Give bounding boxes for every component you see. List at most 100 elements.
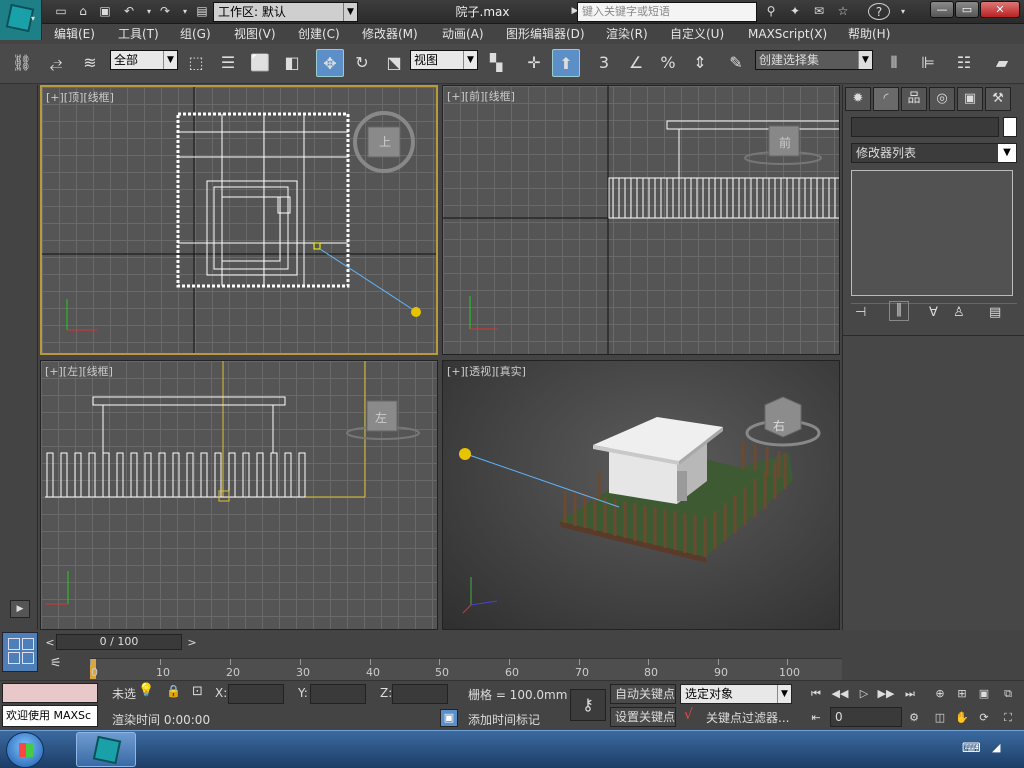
pivot-point-center-icon[interactable]: ▚ [482, 49, 510, 77]
redo-icon[interactable]: ↷ [156, 3, 174, 20]
reference-coord-select[interactable]: 视图 ▼ [410, 50, 478, 70]
select-by-name-icon[interactable]: ☰ [214, 49, 242, 77]
select-object-icon[interactable]: ⬚ [182, 49, 210, 77]
pan-view-icon[interactable]: ✋ [952, 709, 972, 727]
binoculars-icon[interactable]: ⚲ [762, 3, 780, 20]
edit-named-selection-icon[interactable]: ✎ [722, 49, 750, 77]
current-frame-field[interactable]: 0 [830, 707, 902, 727]
modifier-stack-list[interactable] [851, 170, 1013, 296]
menu-modifiers[interactable]: 修改器(M) [362, 24, 418, 44]
keyboard-icon[interactable]: ⌨ [962, 741, 981, 756]
utilities-tab-icon[interactable]: ⚒ [985, 87, 1011, 111]
viewcube-front-face[interactable]: 前 [779, 134, 791, 151]
object-name-field[interactable] [851, 117, 999, 137]
start-button[interactable] [6, 732, 44, 768]
redo-dropdown-icon[interactable]: ▾ [176, 3, 194, 20]
key-mode-select[interactable]: 选定对象 ▼ [680, 684, 792, 704]
motion-tab-icon[interactable]: ◎ [929, 87, 955, 111]
display-tab-icon[interactable]: ▣ [957, 87, 983, 111]
menu-customize[interactable]: 自定义(U) [670, 24, 724, 44]
viewcube-left-face[interactable]: 左 [375, 409, 387, 426]
play-arrow-icon[interactable]: ▶ [10, 600, 30, 618]
mini-curve-editor-icon[interactable]: ⚟ [50, 656, 62, 671]
zoom-extents-icon[interactable]: ▣ [974, 685, 994, 703]
select-and-link-icon[interactable]: ⛓ [8, 49, 36, 77]
orbit-icon[interactable]: ⟳ [974, 709, 994, 727]
help-dropdown-icon[interactable]: ▾ [894, 3, 912, 20]
modifier-list-select[interactable]: 修改器列表 ▼ [851, 143, 1017, 163]
z-coord-field[interactable] [392, 684, 448, 704]
save-file-icon[interactable]: ▣ [96, 3, 114, 20]
modify-tab-icon[interactable]: ◜ [873, 87, 899, 111]
y-coord-field[interactable] [310, 684, 366, 704]
keyboard-shortcut-override-icon[interactable]: ⬆ [552, 49, 580, 77]
rect-selection-region-icon[interactable]: ⬜ [246, 49, 274, 77]
set-key-icon[interactable]: ⚷ [570, 689, 606, 721]
select-and-rotate-icon[interactable]: ↻ [348, 49, 376, 77]
make-unique-icon[interactable]: ∀ [929, 305, 938, 320]
configure-modifier-sets-icon[interactable]: ▤ [989, 305, 1001, 320]
maxscript-listener-mini[interactable] [2, 683, 98, 703]
zoom-icon[interactable]: ⊕ [930, 685, 950, 703]
menu-graph-editors[interactable]: 图形编辑器(D) [506, 24, 585, 44]
object-color-swatch[interactable] [1003, 117, 1017, 137]
unlink-icon[interactable]: ⥄ [42, 49, 70, 77]
maximize-viewport-icon[interactable]: ⛶ [998, 709, 1018, 727]
go-to-start-icon[interactable]: ⏮ [806, 685, 826, 703]
menu-group[interactable]: 组(G) [180, 24, 211, 44]
go-to-end-icon[interactable]: ⏭ [900, 685, 920, 703]
absolute-mode-icon[interactable]: ⊡ [192, 684, 203, 699]
search-input[interactable]: 键入关键字或短语 [577, 2, 757, 22]
workspace-select[interactable]: 工作区: 默认 ▼ [213, 2, 358, 22]
auto-key-button[interactable]: 自动关键点 [610, 684, 676, 704]
favorites-star-icon[interactable]: ☆ [834, 3, 852, 20]
lightbulb-icon[interactable]: 💡 [138, 683, 154, 698]
layer-manager-icon[interactable]: ☷ [950, 49, 978, 77]
menu-animation[interactable]: 动画(A) [442, 24, 484, 44]
snaps-toggle-icon[interactable]: 3 [590, 49, 618, 77]
menu-tools[interactable]: 工具(T) [118, 24, 159, 44]
time-configuration-icon[interactable]: ⚙ [904, 709, 924, 727]
time-slider[interactable]: 0 / 100 [56, 634, 182, 650]
undo-icon[interactable]: ↶ [120, 3, 138, 20]
viewport-top[interactable]: [+][顶][线框] 上 [40, 85, 438, 355]
window-close-button[interactable]: ✕ [980, 1, 1020, 18]
align-icon[interactable]: ⊫ [914, 49, 942, 77]
window-crossing-icon[interactable]: ◧ [278, 49, 306, 77]
select-and-move-icon[interactable]: ✥ [316, 49, 344, 77]
viewport-front[interactable]: [+][前][线框] 前 [442, 85, 840, 355]
select-manipulate-icon[interactable]: ✛ [520, 49, 548, 77]
time-slider-next-icon[interactable]: > [182, 634, 202, 652]
next-frame-icon[interactable]: ▶▶ [876, 685, 896, 703]
new-file-icon[interactable]: ▭ [52, 3, 70, 20]
x-coord-field[interactable] [228, 684, 284, 704]
menu-views[interactable]: 视图(V) [234, 24, 276, 44]
viewcube-right-face[interactable]: 右 [773, 417, 785, 434]
communication-icon[interactable]: ✉ [810, 3, 828, 20]
set-key-button[interactable]: 设置关键点 [610, 707, 676, 727]
add-time-tag[interactable]: 添加时间标记 [468, 711, 540, 728]
angle-snap-icon[interactable]: ∠ [622, 49, 650, 77]
menu-create[interactable]: 创建(C) [298, 24, 340, 44]
app-logo-button[interactable]: ▾ [0, 0, 42, 40]
viewport-layout-icon[interactable] [2, 632, 38, 672]
key-mode-toggle-icon[interactable]: ⇤ [806, 709, 826, 727]
previous-frame-icon[interactable]: ◀◀ [830, 685, 850, 703]
graphite-modeling-icon[interactable]: ▰ [988, 49, 1016, 77]
key-filters-button[interactable]: 关键点过滤器... [706, 709, 789, 726]
zoom-all-icon[interactable]: ⊞ [952, 685, 972, 703]
show-end-result-icon[interactable]: ‖ [889, 301, 909, 321]
welcome-message[interactable]: 欢迎使用 MAXSc [2, 705, 98, 727]
spinner-snap-icon[interactable]: ⇕ [686, 49, 714, 77]
select-and-scale-icon[interactable]: ⬔ [380, 49, 408, 77]
menu-help[interactable]: 帮助(H) [848, 24, 890, 44]
taskbar-3dsmax-button[interactable] [76, 732, 136, 767]
hierarchy-tab-icon[interactable]: 品 [901, 87, 927, 111]
bind-space-warp-icon[interactable]: ≋ [76, 49, 104, 77]
open-file-icon[interactable]: ⌂ [74, 3, 92, 20]
menu-edit[interactable]: 编辑(E) [54, 24, 95, 44]
named-selection-select[interactable]: 创建选择集 ▼ [755, 50, 873, 70]
menu-maxscript[interactable]: MAXScript(X) [748, 24, 827, 44]
window-maximize-button[interactable]: ▭ [955, 1, 979, 18]
window-minimize-button[interactable]: — [930, 1, 954, 18]
